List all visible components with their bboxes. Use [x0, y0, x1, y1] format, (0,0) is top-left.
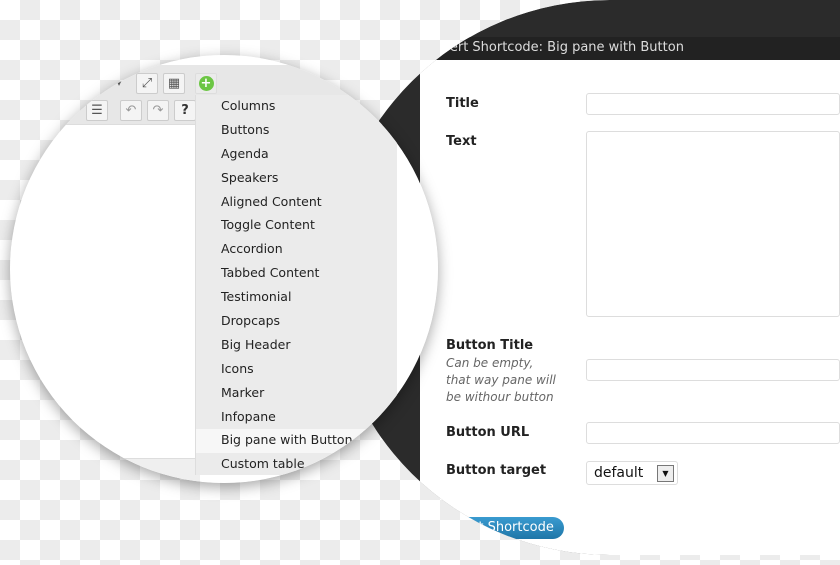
- keyboard-icon[interactable]: ▦: [163, 73, 185, 94]
- title-input[interactable]: [586, 93, 840, 115]
- add-shortcode-button[interactable]: +: [195, 73, 217, 94]
- menu-item[interactable]: Agenda: [196, 143, 397, 167]
- dropdown-arrow-icon[interactable]: ▾: [108, 73, 130, 94]
- menu-item[interactable]: Buttons: [196, 119, 397, 143]
- add-shortcode-icon: +: [198, 76, 214, 91]
- menu-item[interactable]: Big Header: [196, 334, 397, 358]
- editor-statusbar: [10, 458, 200, 483]
- menu-item[interactable]: Aligned Content: [196, 191, 397, 215]
- shortcode-menu: Columns Buttons Agenda Speakers Aligned Cont…: [195, 95, 397, 475]
- insert-shortcode-button[interactable]: Insert Shortcode: [436, 517, 564, 539]
- menu-item[interactable]: Custom table: [196, 453, 397, 477]
- help-icon[interactable]: ?: [174, 100, 196, 121]
- select-value: default: [594, 465, 644, 481]
- button-url-input[interactable]: [586, 422, 840, 444]
- indent-icon[interactable]: ☰: [86, 100, 108, 121]
- redo-icon[interactable]: ↷: [147, 100, 169, 121]
- button-title-hint: Can be empty, that way pane will be with…: [446, 356, 556, 404]
- menu-item[interactable]: Big pane with Button: [196, 429, 397, 454]
- chevron-down-icon: ▼: [657, 465, 674, 482]
- button-title-input[interactable]: [586, 359, 840, 381]
- menu-item[interactable]: Dropcaps: [196, 310, 397, 334]
- dialog-title: Insert Shortcode: Big pane with Button: [420, 37, 840, 60]
- menu-item[interactable]: Tabbed Content: [196, 262, 397, 286]
- button-title-label: Button Title: [446, 338, 534, 353]
- menu-item[interactable]: Speakers: [196, 167, 397, 191]
- title-label: Title: [446, 96, 479, 111]
- button-url-label: Button URL: [446, 425, 530, 440]
- menu-item[interactable]: Icons: [196, 358, 397, 382]
- fullscreen-icon[interactable]: ⤢: [136, 73, 158, 94]
- menu-item[interactable]: Accordion: [196, 238, 397, 262]
- dialog-panel: Title Text Button Title Can be empty, th…: [420, 60, 840, 555]
- menu-item[interactable]: Toggle Content: [196, 214, 397, 238]
- undo-icon[interactable]: ↶: [120, 100, 142, 121]
- menu-item[interactable]: Columns: [196, 95, 397, 119]
- text-textarea[interactable]: [586, 131, 840, 317]
- editor-menu-zoom: ▾ ⤢ ▦ + ☰ ↶ ↷ ? Columns Buttons Agenda Spea…: [10, 55, 438, 483]
- button-target-select[interactable]: default ▼: [586, 461, 678, 485]
- menu-item[interactable]: Infopane: [196, 406, 397, 430]
- text-label: Text: [446, 134, 477, 149]
- button-target-label: Button target: [446, 463, 547, 478]
- menu-item[interactable]: Testimonial: [196, 286, 397, 310]
- menu-item[interactable]: Marker: [196, 382, 397, 406]
